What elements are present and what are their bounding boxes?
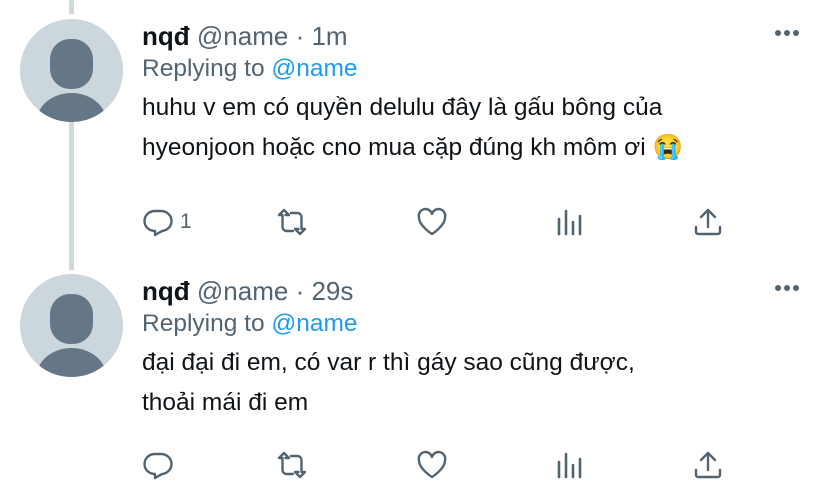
tweet-content: nqđ @name · 1m Replying to @name huhu v … <box>142 20 808 168</box>
analytics-button[interactable] <box>554 204 586 240</box>
share-icon <box>694 451 722 479</box>
like-button[interactable] <box>416 447 448 483</box>
tweet-text-line: huhu v em có quyền delulu đây là gấu bôn… <box>142 94 663 121</box>
retweet-button[interactable] <box>276 447 308 483</box>
share-icon <box>694 208 722 236</box>
avatar[interactable] <box>20 19 123 122</box>
heart-icon <box>417 450 447 479</box>
share-button[interactable] <box>692 447 724 483</box>
tweet-text-line: hyeonjoon hoặc cno mua cặp đúng kh môm ơ… <box>142 134 683 161</box>
thread-connector <box>69 122 74 270</box>
like-button[interactable] <box>416 204 448 240</box>
action-bar <box>142 447 742 483</box>
default-avatar-icon <box>20 19 123 122</box>
replying-to-label: Replying to <box>142 310 265 337</box>
avatar[interactable] <box>20 274 123 377</box>
replying-to-handle[interactable]: @name <box>271 55 357 82</box>
replying-to-handle[interactable]: @name <box>271 310 357 337</box>
reply-icon <box>143 209 173 237</box>
reply-button[interactable] <box>142 447 180 483</box>
reply-count: 1 <box>180 210 192 233</box>
display-name[interactable]: nqđ <box>142 21 190 51</box>
replying-to: Replying to @name <box>142 54 808 84</box>
display-name[interactable]: nqđ <box>142 276 190 306</box>
user-handle[interactable]: @name <box>197 276 288 306</box>
tweet-content: nqđ @name · 29s Replying to @name đại đạ… <box>142 275 808 423</box>
retweet-icon <box>277 208 307 236</box>
more-horizontal-icon[interactable] <box>774 283 800 293</box>
analytics-icon <box>557 209 582 236</box>
user-handle[interactable]: @name <box>197 21 288 51</box>
share-button[interactable] <box>692 204 724 240</box>
timestamp[interactable]: 1m <box>311 21 347 51</box>
tweet-text: huhu v em có quyền delulu đây là gấu bôn… <box>142 88 808 168</box>
tweet-text-line: đại đại đi em, có var r thì gáy sao cũng… <box>142 349 635 376</box>
reply-button[interactable]: 1 <box>142 204 192 240</box>
tweet[interactable]: nqđ @name · 1m Replying to @name huhu v … <box>0 0 828 270</box>
thread-connector-top <box>69 0 74 14</box>
action-bar: 1 <box>142 204 742 240</box>
analytics-icon <box>557 452 582 479</box>
timestamp[interactable]: 29s <box>311 276 353 306</box>
retweet-button[interactable] <box>276 204 308 240</box>
tweet-header: nqđ @name · 1m <box>142 20 808 52</box>
retweet-icon <box>277 451 307 479</box>
default-avatar-icon <box>20 274 123 377</box>
separator: · <box>295 276 305 306</box>
reply-icon <box>143 452 173 480</box>
tweet-text: đại đại đi em, có var r thì gáy sao cũng… <box>142 343 808 423</box>
replying-to-label: Replying to <box>142 55 265 82</box>
tweet-text-line: thoải mái đi em <box>142 389 309 416</box>
analytics-button[interactable] <box>554 447 586 483</box>
more-horizontal-icon[interactable] <box>774 28 800 38</box>
heart-icon <box>417 207 447 236</box>
separator: · <box>295 21 305 51</box>
replying-to: Replying to @name <box>142 309 808 339</box>
tweet-header: nqđ @name · 29s <box>142 275 808 307</box>
tweet[interactable]: nqđ @name · 29s Replying to @name đại đạ… <box>0 255 828 491</box>
